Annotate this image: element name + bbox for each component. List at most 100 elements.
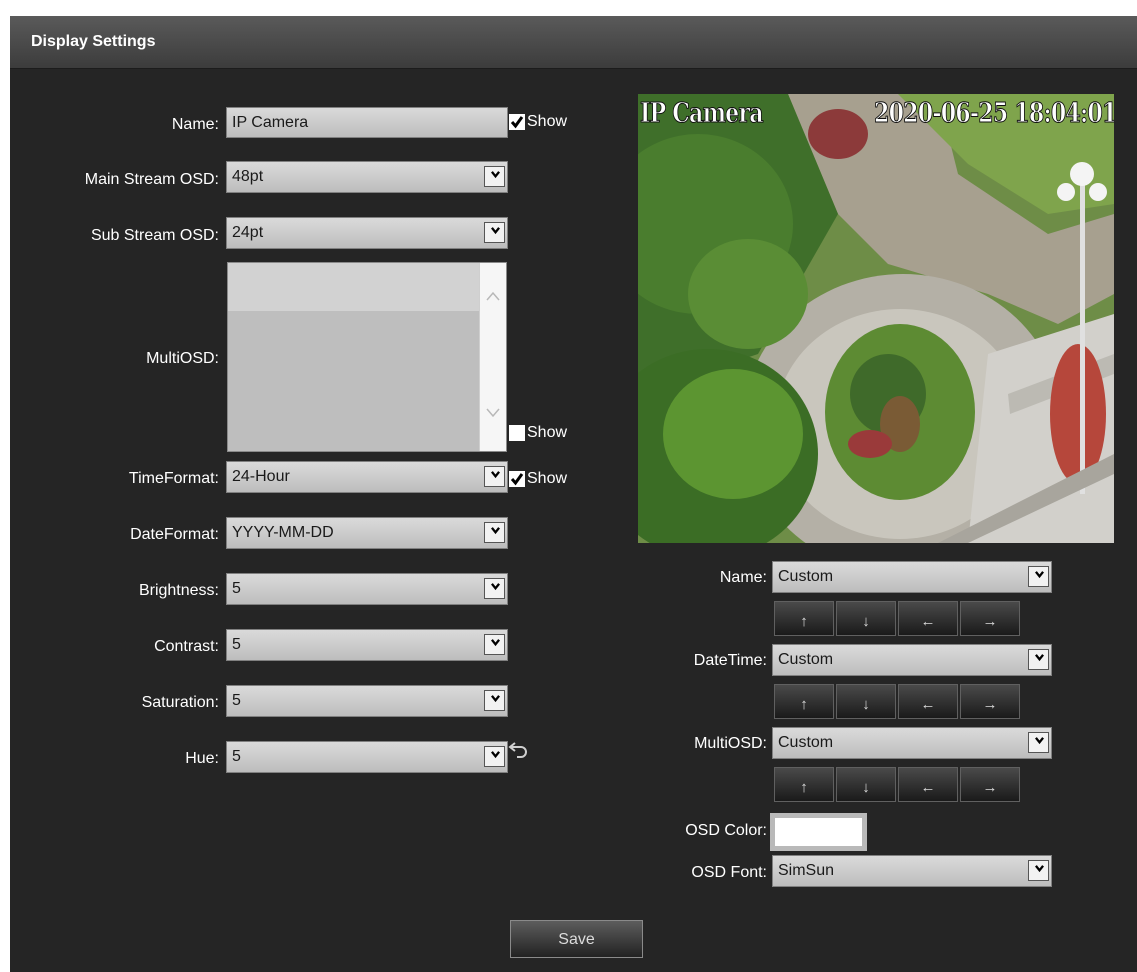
arrow-left-icon: ← bbox=[920, 696, 936, 713]
chevron-down-icon bbox=[491, 582, 500, 591]
datetime-move-right-button[interactable]: → bbox=[960, 684, 1020, 719]
osd-color-swatch bbox=[775, 818, 862, 846]
osd-datetime-overlay: 2020-06-25 18:04:01 bbox=[874, 98, 1114, 130]
textarea-scrollbar[interactable] bbox=[479, 263, 506, 451]
main-stream-osd-value: 48pt bbox=[232, 168, 264, 185]
name-move-left-button[interactable]: ← bbox=[898, 601, 958, 636]
contrast-value: 5 bbox=[232, 636, 241, 653]
arrow-right-icon: → bbox=[982, 779, 998, 796]
datetime-position-select[interactable]: Custom bbox=[772, 644, 1052, 676]
arrow-left-icon: ← bbox=[920, 779, 936, 796]
arrow-down-icon: ↓ bbox=[862, 613, 870, 630]
osd-font-value: SimSun bbox=[778, 862, 835, 879]
time-show-label: Show bbox=[527, 470, 568, 487]
osd-font-label: OSD Font: bbox=[691, 864, 767, 881]
timeformat-value: 24-Hour bbox=[232, 468, 290, 485]
arrow-up-icon: ↑ bbox=[800, 779, 808, 796]
name-position-select[interactable]: Custom bbox=[772, 561, 1052, 593]
arrow-right-icon: → bbox=[982, 613, 998, 630]
osd-color-label: OSD Color: bbox=[685, 822, 767, 839]
chevron-down-icon bbox=[486, 408, 500, 418]
hue-select[interactable]: 5 bbox=[226, 741, 508, 773]
multiosd-move-right-button[interactable]: → bbox=[960, 767, 1020, 802]
datetime-position-label: DateTime: bbox=[693, 652, 767, 669]
datetime-move-left-button[interactable]: ← bbox=[898, 684, 958, 719]
textarea-selection bbox=[228, 263, 480, 311]
timeformat-select[interactable]: 24-Hour bbox=[226, 461, 508, 493]
chevron-down-icon bbox=[491, 170, 500, 179]
chevron-down-icon bbox=[491, 526, 500, 535]
main-stream-osd-select[interactable]: 48pt bbox=[226, 161, 508, 193]
arrow-right-icon: → bbox=[982, 696, 998, 713]
chevron-down-icon bbox=[491, 694, 500, 703]
arrow-up-icon: ↑ bbox=[800, 696, 808, 713]
multiosd-move-down-button[interactable]: ↓ bbox=[836, 767, 896, 802]
name-move-right-button[interactable]: → bbox=[960, 601, 1020, 636]
name-position-value: Custom bbox=[778, 568, 834, 585]
sub-stream-osd-select[interactable]: 24pt bbox=[226, 217, 508, 249]
contrast-select[interactable]: 5 bbox=[226, 629, 508, 661]
multiosd-position-label: MultiOSD: bbox=[694, 735, 767, 752]
multiosd-move-up-button[interactable]: ↑ bbox=[774, 767, 834, 802]
chevron-down-icon bbox=[1035, 570, 1044, 579]
name-label: Name: bbox=[171, 116, 219, 133]
camera-preview: IP Camera 2020-06-25 18:04:01 bbox=[638, 94, 1114, 543]
checkbox-box bbox=[509, 425, 525, 441]
brightness-select[interactable]: 5 bbox=[226, 573, 508, 605]
chevron-down-icon bbox=[1035, 736, 1044, 745]
brightness-value: 5 bbox=[232, 580, 241, 597]
panel-header: Display Settings bbox=[10, 16, 1137, 69]
display-settings-panel: Display Settings Name: IP Camera Show Ma… bbox=[10, 16, 1137, 972]
contrast-label: Contrast: bbox=[154, 638, 219, 655]
datetime-position-value: Custom bbox=[778, 651, 834, 668]
sub-stream-osd-value: 24pt bbox=[232, 224, 264, 241]
multiosd-textarea[interactable] bbox=[227, 262, 507, 452]
multiosd-position-select[interactable]: Custom bbox=[772, 727, 1052, 759]
chevron-down-icon bbox=[491, 226, 500, 235]
sub-stream-osd-label: Sub Stream OSD: bbox=[90, 227, 219, 244]
datetime-move-down-button[interactable]: ↓ bbox=[836, 684, 896, 719]
name-move-up-button[interactable]: ↑ bbox=[774, 601, 834, 636]
hue-value: 5 bbox=[232, 748, 241, 765]
osd-font-select[interactable]: SimSun bbox=[772, 855, 1052, 887]
camera-scene bbox=[638, 94, 1114, 543]
name-show-label: Show bbox=[527, 113, 568, 130]
chevron-up-icon bbox=[486, 291, 500, 301]
arrow-down-icon: ↓ bbox=[862, 696, 870, 713]
chevron-down-icon bbox=[1035, 653, 1044, 662]
chevron-down-icon bbox=[491, 470, 500, 479]
datetime-move-up-button[interactable]: ↑ bbox=[774, 684, 834, 719]
checkmark-icon bbox=[509, 471, 525, 487]
arrow-up-icon: ↑ bbox=[800, 613, 808, 630]
name-position-label: Name: bbox=[719, 569, 767, 586]
panel-title: Display Settings bbox=[31, 33, 156, 50]
chevron-down-icon bbox=[491, 638, 500, 647]
osd-color-picker[interactable] bbox=[770, 813, 867, 851]
saturation-value: 5 bbox=[232, 692, 241, 709]
hue-label: Hue: bbox=[185, 750, 219, 767]
dateformat-select[interactable]: YYYY-MM-DD bbox=[226, 517, 508, 549]
time-show-checkbox[interactable]: Show bbox=[509, 470, 567, 488]
arrow-down-icon: ↓ bbox=[862, 779, 870, 796]
checkmark-icon bbox=[509, 114, 525, 130]
name-input[interactable]: IP Camera bbox=[226, 107, 508, 138]
multiosd-label: MultiOSD: bbox=[146, 350, 219, 367]
multiosd-move-left-button[interactable]: ← bbox=[898, 767, 958, 802]
undo-icon[interactable] bbox=[508, 740, 530, 758]
multiosd-show-checkbox[interactable]: Show bbox=[509, 424, 567, 442]
saturation-select[interactable]: 5 bbox=[226, 685, 508, 717]
multiosd-show-label: Show bbox=[527, 424, 568, 441]
chevron-down-icon bbox=[491, 750, 500, 759]
name-show-checkbox[interactable]: Show bbox=[509, 113, 567, 131]
save-button[interactable]: Save bbox=[510, 920, 643, 958]
saturation-label: Saturation: bbox=[141, 694, 219, 711]
chevron-down-icon bbox=[1035, 864, 1044, 873]
brightness-label: Brightness: bbox=[138, 582, 219, 599]
arrow-left-icon: ← bbox=[920, 613, 936, 630]
dateformat-label: DateFormat: bbox=[130, 526, 219, 543]
name-move-down-button[interactable]: ↓ bbox=[836, 601, 896, 636]
multiosd-position-value: Custom bbox=[778, 734, 834, 751]
main-stream-osd-label: Main Stream OSD: bbox=[84, 171, 219, 188]
timeformat-label: TimeFormat: bbox=[128, 470, 219, 487]
osd-name-overlay: IP Camera bbox=[640, 98, 764, 130]
